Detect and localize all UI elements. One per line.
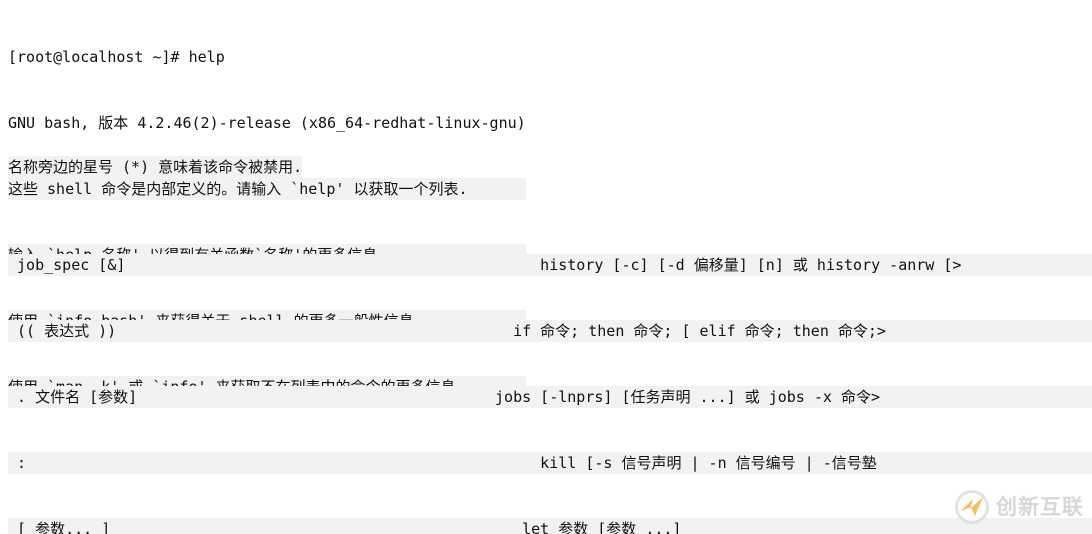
builtin-entry: let 参数 [参数 ...] [486, 518, 1092, 534]
builtin-entry: job_spec [&] [8, 254, 508, 276]
disabled-command-note: 名称旁边的星号 (*) 意味着该命令被禁用. [8, 156, 303, 178]
builtin-entry: jobs [-lnprs] [任务声明 ...] 或 jobs -x 命令> [486, 386, 1092, 408]
builtin-entry: : [8, 452, 508, 474]
builtin-list-left-column: job_spec [&] (( 表达式 )) . 文件名 [参数] : [ 参数… [8, 210, 508, 534]
builtin-entry: if 命令; then 命令; [ elif 命令; then 命令;> [486, 320, 1092, 342]
builtin-command-list: job_spec [&] (( 表达式 )) . 文件名 [参数] : [ 参数… [0, 210, 1092, 534]
builtin-entry: kill [-s 信号声明 | -n 信号编号 | -信号墊 [486, 452, 1092, 474]
bash-version-banner: GNU bash, 版本 4.2.46(2)-release (x86_64-r… [8, 114, 526, 132]
builtin-list-right-column: history [-c] [-d 偏移量] [n] 或 history -anr… [486, 210, 1092, 534]
builtin-entry: [ 参数... ] [8, 518, 508, 534]
builtin-entry: . 文件名 [参数] [8, 386, 508, 408]
terminal-window[interactable]: [root@localhost ~]# help GNU bash, 版本 4.… [0, 0, 1092, 534]
builtin-entry: history [-c] [-d 偏移量] [n] 或 history -anr… [486, 254, 1092, 276]
builtin-entry: (( 表达式 )) [8, 320, 508, 342]
shell-prompt-line: [root@localhost ~]# help [8, 48, 225, 66]
intro-line-0: 这些 shell 命令是内部定义的。请输入 `help' 以获取一个列表. [8, 178, 526, 200]
